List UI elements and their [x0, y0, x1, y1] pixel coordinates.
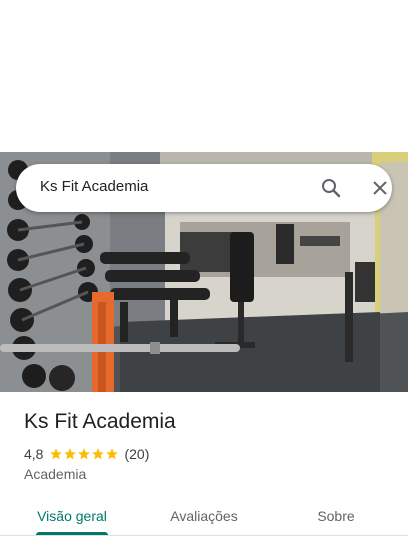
place-tabs: Visão geral Avaliações Sobre — [0, 502, 408, 544]
star-icon — [50, 448, 63, 460]
rating-value: 4,8 — [24, 446, 44, 462]
tabs-divider — [0, 535, 408, 536]
close-icon[interactable] — [368, 176, 392, 200]
tab-about[interactable]: Sobre — [282, 504, 390, 544]
tab-reviews[interactable]: Avaliações — [150, 504, 258, 544]
map-area-blank — [0, 0, 408, 152]
search-icon[interactable] — [319, 176, 343, 200]
star-icon — [64, 448, 77, 460]
tab-overview[interactable]: Visão geral — [18, 504, 126, 544]
review-count[interactable]: (20) — [124, 446, 149, 462]
search-input[interactable]: Ks Fit Academia — [40, 178, 148, 195]
rating-stars — [49, 447, 119, 461]
star-icon — [78, 448, 91, 460]
rating-row[interactable]: 4,8 (20) — [24, 445, 149, 463]
place-category: Academia — [24, 466, 87, 482]
star-icon — [92, 448, 105, 460]
search-bar[interactable]: Ks Fit Academia — [16, 164, 392, 212]
place-info-panel: Ks Fit Academia 4,8 (20) Academia Visão … — [0, 392, 408, 544]
star-icon — [106, 448, 119, 460]
place-title: Ks Fit Academia — [24, 410, 176, 433]
